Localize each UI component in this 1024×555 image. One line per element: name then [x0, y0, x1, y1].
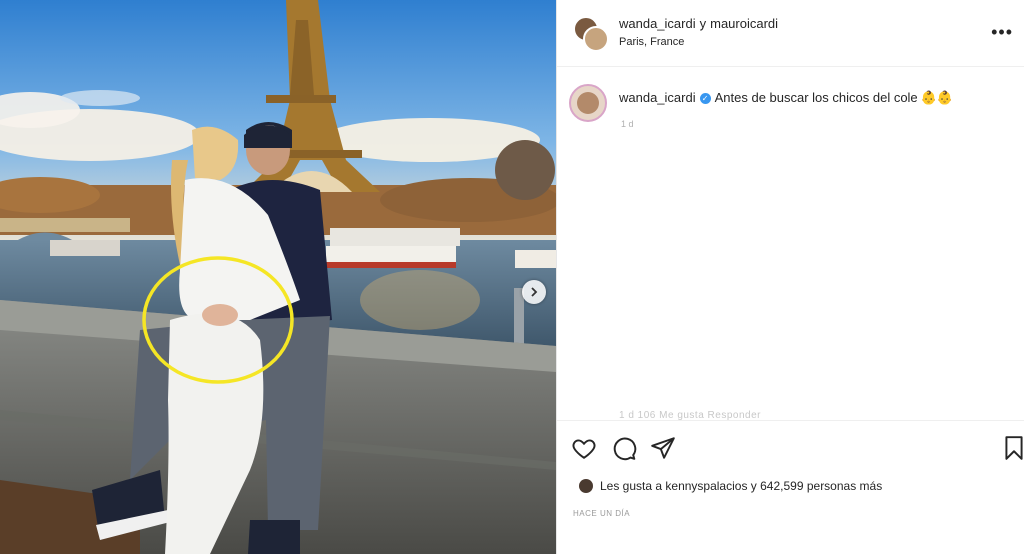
author-link[interactable]: wanda_icardi	[619, 16, 696, 31]
caption: wanda_icardi ✓ Antes de buscar los chicos …	[619, 90, 953, 106]
likes-prefix: Les gusta a	[600, 479, 663, 493]
caption-avatar[interactable]	[569, 84, 607, 122]
comment-icon[interactable]	[611, 435, 637, 461]
post-timestamp: HACE UN DÍA	[573, 509, 631, 518]
caption-time: 1 d	[621, 119, 634, 129]
post-side-panel: wanda_icardi y mauroicardi Paris, France •…	[556, 0, 1024, 554]
location-link[interactable]: Paris, France	[619, 36, 684, 48]
collab-avatars[interactable]	[573, 16, 609, 52]
verified-icon: ✓	[699, 93, 711, 105]
share-icon[interactable]	[650, 435, 676, 461]
next-photo-button[interactable]	[522, 280, 546, 304]
bookmark-icon[interactable]	[1001, 435, 1024, 461]
heart-icon[interactable]	[571, 435, 597, 461]
likes-count[interactable]: y 642,599 personas más	[751, 479, 882, 493]
more-options-icon[interactable]: •••	[991, 22, 1013, 43]
post-header: wanda_icardi y mauroicardi Paris, France •…	[557, 0, 1024, 67]
post-photo[interactable]	[0, 0, 556, 554]
avatar	[579, 479, 593, 493]
avatar	[583, 26, 609, 52]
author-conjunction: y	[699, 16, 707, 31]
caption-username[interactable]: wanda_icardi	[619, 90, 696, 105]
likes-user-link[interactable]: kennyspalacios	[665, 479, 747, 493]
post-actions: Les gusta a kennyspalacios y 642,599 per…	[557, 420, 1024, 555]
chevron-right-icon	[531, 287, 538, 297]
photo-image	[0, 0, 556, 554]
caption-emoji: 👶👶	[920, 90, 954, 105]
caption-text: Antes de buscar los chicos del cole	[714, 90, 918, 105]
post-authors: wanda_icardi y mauroicardi	[619, 16, 778, 31]
avatar	[577, 92, 599, 114]
likes-summary: Les gusta a kennyspalacios y 642,599 per…	[579, 479, 882, 493]
author-link[interactable]: mauroicardi	[710, 16, 778, 31]
